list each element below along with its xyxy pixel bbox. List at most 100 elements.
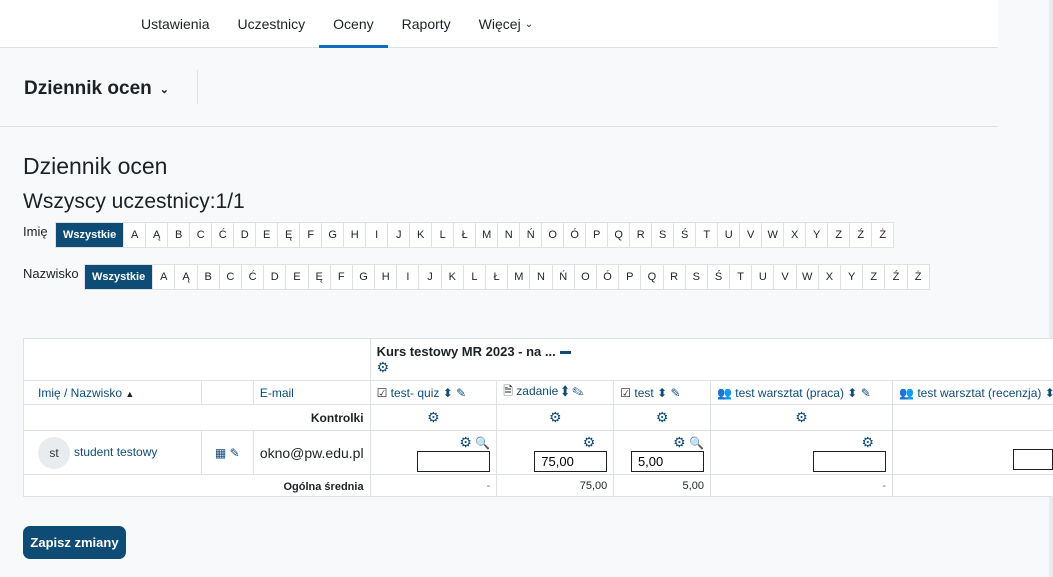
filter-letter[interactable]: Z xyxy=(827,223,849,247)
filter-letter[interactable]: F xyxy=(329,265,352,289)
filter-letter[interactable]: Ś xyxy=(673,223,695,247)
filter-letter[interactable]: S xyxy=(651,223,673,247)
filter-letter[interactable]: Ć xyxy=(240,265,263,289)
filter-letter[interactable]: A xyxy=(152,265,174,289)
gear-icon[interactable]: ⚙ xyxy=(583,434,596,450)
filter-letter[interactable]: O xyxy=(541,223,563,247)
filter-letter[interactable]: K xyxy=(440,265,463,289)
filter-letter[interactable]: T xyxy=(729,265,751,289)
filter-letter[interactable]: Ą xyxy=(145,223,167,247)
filter-letter[interactable]: H xyxy=(343,223,365,247)
grade-input[interactable] xyxy=(417,450,491,472)
filter-letter[interactable]: I xyxy=(396,265,418,289)
grade-input[interactable] xyxy=(534,450,608,472)
filter-letter[interactable]: T xyxy=(695,223,717,247)
collapse-icon[interactable] xyxy=(559,350,571,354)
filter-all-button[interactable]: Wszystkie xyxy=(56,223,124,247)
filter-letter[interactable]: X xyxy=(783,223,805,247)
filter-letter[interactable]: K xyxy=(409,223,431,247)
filter-letter[interactable]: B xyxy=(196,265,219,289)
filter-letter[interactable]: R xyxy=(662,265,685,289)
filter-letter[interactable]: P xyxy=(585,223,607,247)
filter-letter[interactable]: J xyxy=(418,265,440,289)
filter-letter[interactable]: Z xyxy=(862,265,884,289)
nav-item-reports[interactable]: Raporty xyxy=(388,0,465,48)
filter-letter[interactable]: J xyxy=(387,223,409,247)
filter-letter[interactable]: W xyxy=(795,265,818,289)
nav-item-more[interactable]: Więcej ⌄ xyxy=(465,0,547,48)
filter-letter[interactable]: G xyxy=(351,265,374,289)
filter-letter[interactable]: F xyxy=(299,223,321,247)
filter-all-button[interactable]: Wszystkie xyxy=(85,265,153,289)
grade-input[interactable] xyxy=(630,450,704,472)
gear-icon[interactable]: ⚙ xyxy=(377,359,390,375)
filter-letter[interactable]: W xyxy=(761,223,783,247)
edit-icon[interactable]: ✎ xyxy=(861,386,871,400)
zoom-icon[interactable]: 🔍 xyxy=(475,436,490,450)
email-header[interactable]: E-mail xyxy=(252,380,371,405)
name-header[interactable]: Imię / Nazwisko ▲ xyxy=(23,380,202,405)
filter-letter[interactable]: E xyxy=(285,265,307,289)
filter-letter[interactable]: U xyxy=(751,265,773,289)
filter-letter[interactable]: U xyxy=(717,223,739,247)
filter-letter[interactable]: Ń xyxy=(519,223,541,247)
filter-letter[interactable]: Q xyxy=(640,265,662,289)
sort-icon[interactable]: ⬍ xyxy=(1045,386,1053,400)
filter-letter[interactable]: P xyxy=(618,265,640,289)
filter-letter[interactable]: Ź xyxy=(884,265,906,289)
filter-letter[interactable]: C xyxy=(189,223,211,247)
grade-report-selector[interactable]: Dziennik ocen ⌄ xyxy=(24,78,169,100)
sort-asc-icon[interactable]: ▲ xyxy=(125,389,134,399)
filter-letter[interactable]: Y xyxy=(840,265,862,289)
nav-item-grades[interactable]: Oceny xyxy=(319,0,388,48)
sort-icon[interactable]: ⬍ xyxy=(443,386,453,400)
sort-icon[interactable]: ⬍ xyxy=(847,386,857,400)
filter-letter[interactable]: C xyxy=(218,265,241,289)
grade-input[interactable] xyxy=(1013,449,1053,470)
sort-icon[interactable]: ⬍ xyxy=(562,384,569,398)
filter-letter[interactable]: G xyxy=(321,223,343,247)
nav-item-settings[interactable]: Ustawienia xyxy=(127,0,223,48)
filter-letter[interactable]: M xyxy=(475,223,497,247)
gear-icon[interactable]: ⚙ xyxy=(459,434,472,450)
gear-icon[interactable]: ⚙ xyxy=(427,409,440,425)
avatar[interactable]: st xyxy=(38,436,70,469)
edit-icon[interactable]: ✎ xyxy=(671,386,681,400)
filter-letter[interactable]: Ł xyxy=(453,223,475,247)
filter-letter[interactable]: Ż xyxy=(906,265,929,289)
gear-icon[interactable]: ⚙ xyxy=(549,409,562,425)
table-icon[interactable]: ▦ xyxy=(215,446,226,460)
filter-letter[interactable]: O xyxy=(573,265,596,289)
filter-letter[interactable]: Ó xyxy=(595,265,618,289)
filter-letter[interactable]: L xyxy=(462,265,485,289)
filter-letter[interactable]: S xyxy=(684,265,707,289)
filter-letter[interactable]: Ę xyxy=(277,223,299,247)
col-header-assignment[interactable]: 🗎 zadanie ⬍ ✎ xyxy=(496,380,615,405)
filter-letter[interactable]: A xyxy=(123,223,145,247)
filter-letter[interactable]: Ż xyxy=(871,223,893,247)
filter-letter[interactable]: E xyxy=(255,223,277,247)
filter-letter[interactable]: B xyxy=(167,223,189,247)
filter-letter[interactable]: Ś xyxy=(706,265,729,289)
gear-icon[interactable]: ⚙ xyxy=(795,409,808,425)
col-header-quiz[interactable]: ☑ test- quiz ⬍ ✎ xyxy=(369,380,498,405)
gear-icon[interactable]: ⚙ xyxy=(656,409,669,425)
nav-item-participants[interactable]: Uczestnicy xyxy=(223,0,319,48)
sort-icon[interactable]: ⬍ xyxy=(657,386,667,400)
filter-letter[interactable]: V xyxy=(773,265,795,289)
filter-letter[interactable]: Ą xyxy=(174,265,196,289)
filter-letter[interactable]: Ę xyxy=(307,265,330,289)
edit-icon[interactable]: ✎ xyxy=(456,386,466,400)
filter-letter[interactable]: Ć xyxy=(211,223,233,247)
col-header-workshop-review[interactable]: 👥 test warsztat (recenzja) ⬍ xyxy=(892,380,1053,405)
filter-letter[interactable]: Ł xyxy=(485,265,507,289)
filter-letter[interactable]: Ź xyxy=(849,223,871,247)
col-header-test[interactable]: ☑ test ⬍ ✎ xyxy=(613,380,711,405)
gear-icon[interactable]: ⚙ xyxy=(861,434,874,450)
filter-letter[interactable]: R xyxy=(629,223,651,247)
filter-letter[interactable]: Q xyxy=(607,223,629,247)
col-header-workshop-submission[interactable]: 👥 test warsztat (praca) ⬍ ✎ xyxy=(709,380,894,405)
filter-letter[interactable]: M xyxy=(507,265,529,289)
edit-icon[interactable]: ✎ xyxy=(572,384,584,398)
filter-letter[interactable]: N xyxy=(497,223,519,247)
